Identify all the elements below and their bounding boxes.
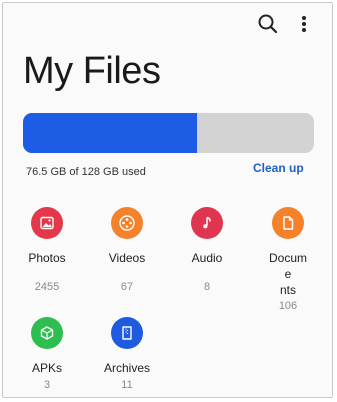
- category-label: Archives: [103, 361, 150, 375]
- my-files-screen: My Files 76.5 GB of 128 GB used Clean up…: [2, 2, 333, 398]
- category-videos[interactable]: Videos 67: [86, 207, 168, 293]
- category-count: 2455: [34, 281, 60, 293]
- videos-icon-badge: [111, 207, 143, 239]
- archive-icon: [122, 326, 132, 340]
- category-label: APKs: [31, 361, 62, 375]
- film-reel-icon: [119, 215, 135, 231]
- storage-usage-bar[interactable]: [23, 113, 314, 153]
- category-label-line-2: nts: [279, 283, 296, 297]
- search-button[interactable]: [255, 11, 281, 37]
- category-label-line-1: Docume: [268, 251, 307, 281]
- document-icon: [283, 216, 294, 230]
- category-photos[interactable]: Photos 2455: [6, 207, 88, 293]
- package-icon: [40, 326, 54, 340]
- category-documents[interactable]: Docume nts 106: [247, 207, 329, 312]
- apks-icon-badge: [31, 317, 63, 349]
- category-count: 3: [43, 379, 51, 391]
- category-count: 67: [120, 281, 134, 293]
- photos-icon-badge: [31, 207, 63, 239]
- category-label: Videos: [108, 251, 146, 265]
- image-icon: [40, 216, 54, 230]
- music-note-icon: [203, 216, 211, 229]
- storage-used-fill: [23, 113, 198, 153]
- category-label: Docume nts: [268, 250, 308, 298]
- clean-up-link[interactable]: Clean up: [253, 161, 304, 175]
- category-count: 106: [278, 300, 298, 312]
- page-title: My Files: [23, 50, 161, 92]
- category-label: Audio: [191, 251, 223, 265]
- more-options-button[interactable]: [295, 11, 313, 37]
- top-app-bar: [3, 3, 332, 45]
- category-apks[interactable]: APKs 3: [6, 317, 88, 391]
- search-icon: [258, 14, 278, 34]
- category-audio[interactable]: Audio 8: [166, 207, 248, 293]
- storage-used-text: 76.5 GB of 128 GB used: [26, 166, 146, 178]
- category-count: 8: [203, 281, 211, 293]
- more-vert-icon: [302, 16, 306, 32]
- documents-icon-badge: [272, 207, 304, 239]
- audio-icon-badge: [191, 207, 223, 239]
- category-count: 11: [121, 379, 133, 391]
- category-label: Photos: [28, 251, 66, 265]
- archives-icon-badge: [111, 317, 143, 349]
- category-archives[interactable]: Archives 11: [86, 317, 168, 391]
